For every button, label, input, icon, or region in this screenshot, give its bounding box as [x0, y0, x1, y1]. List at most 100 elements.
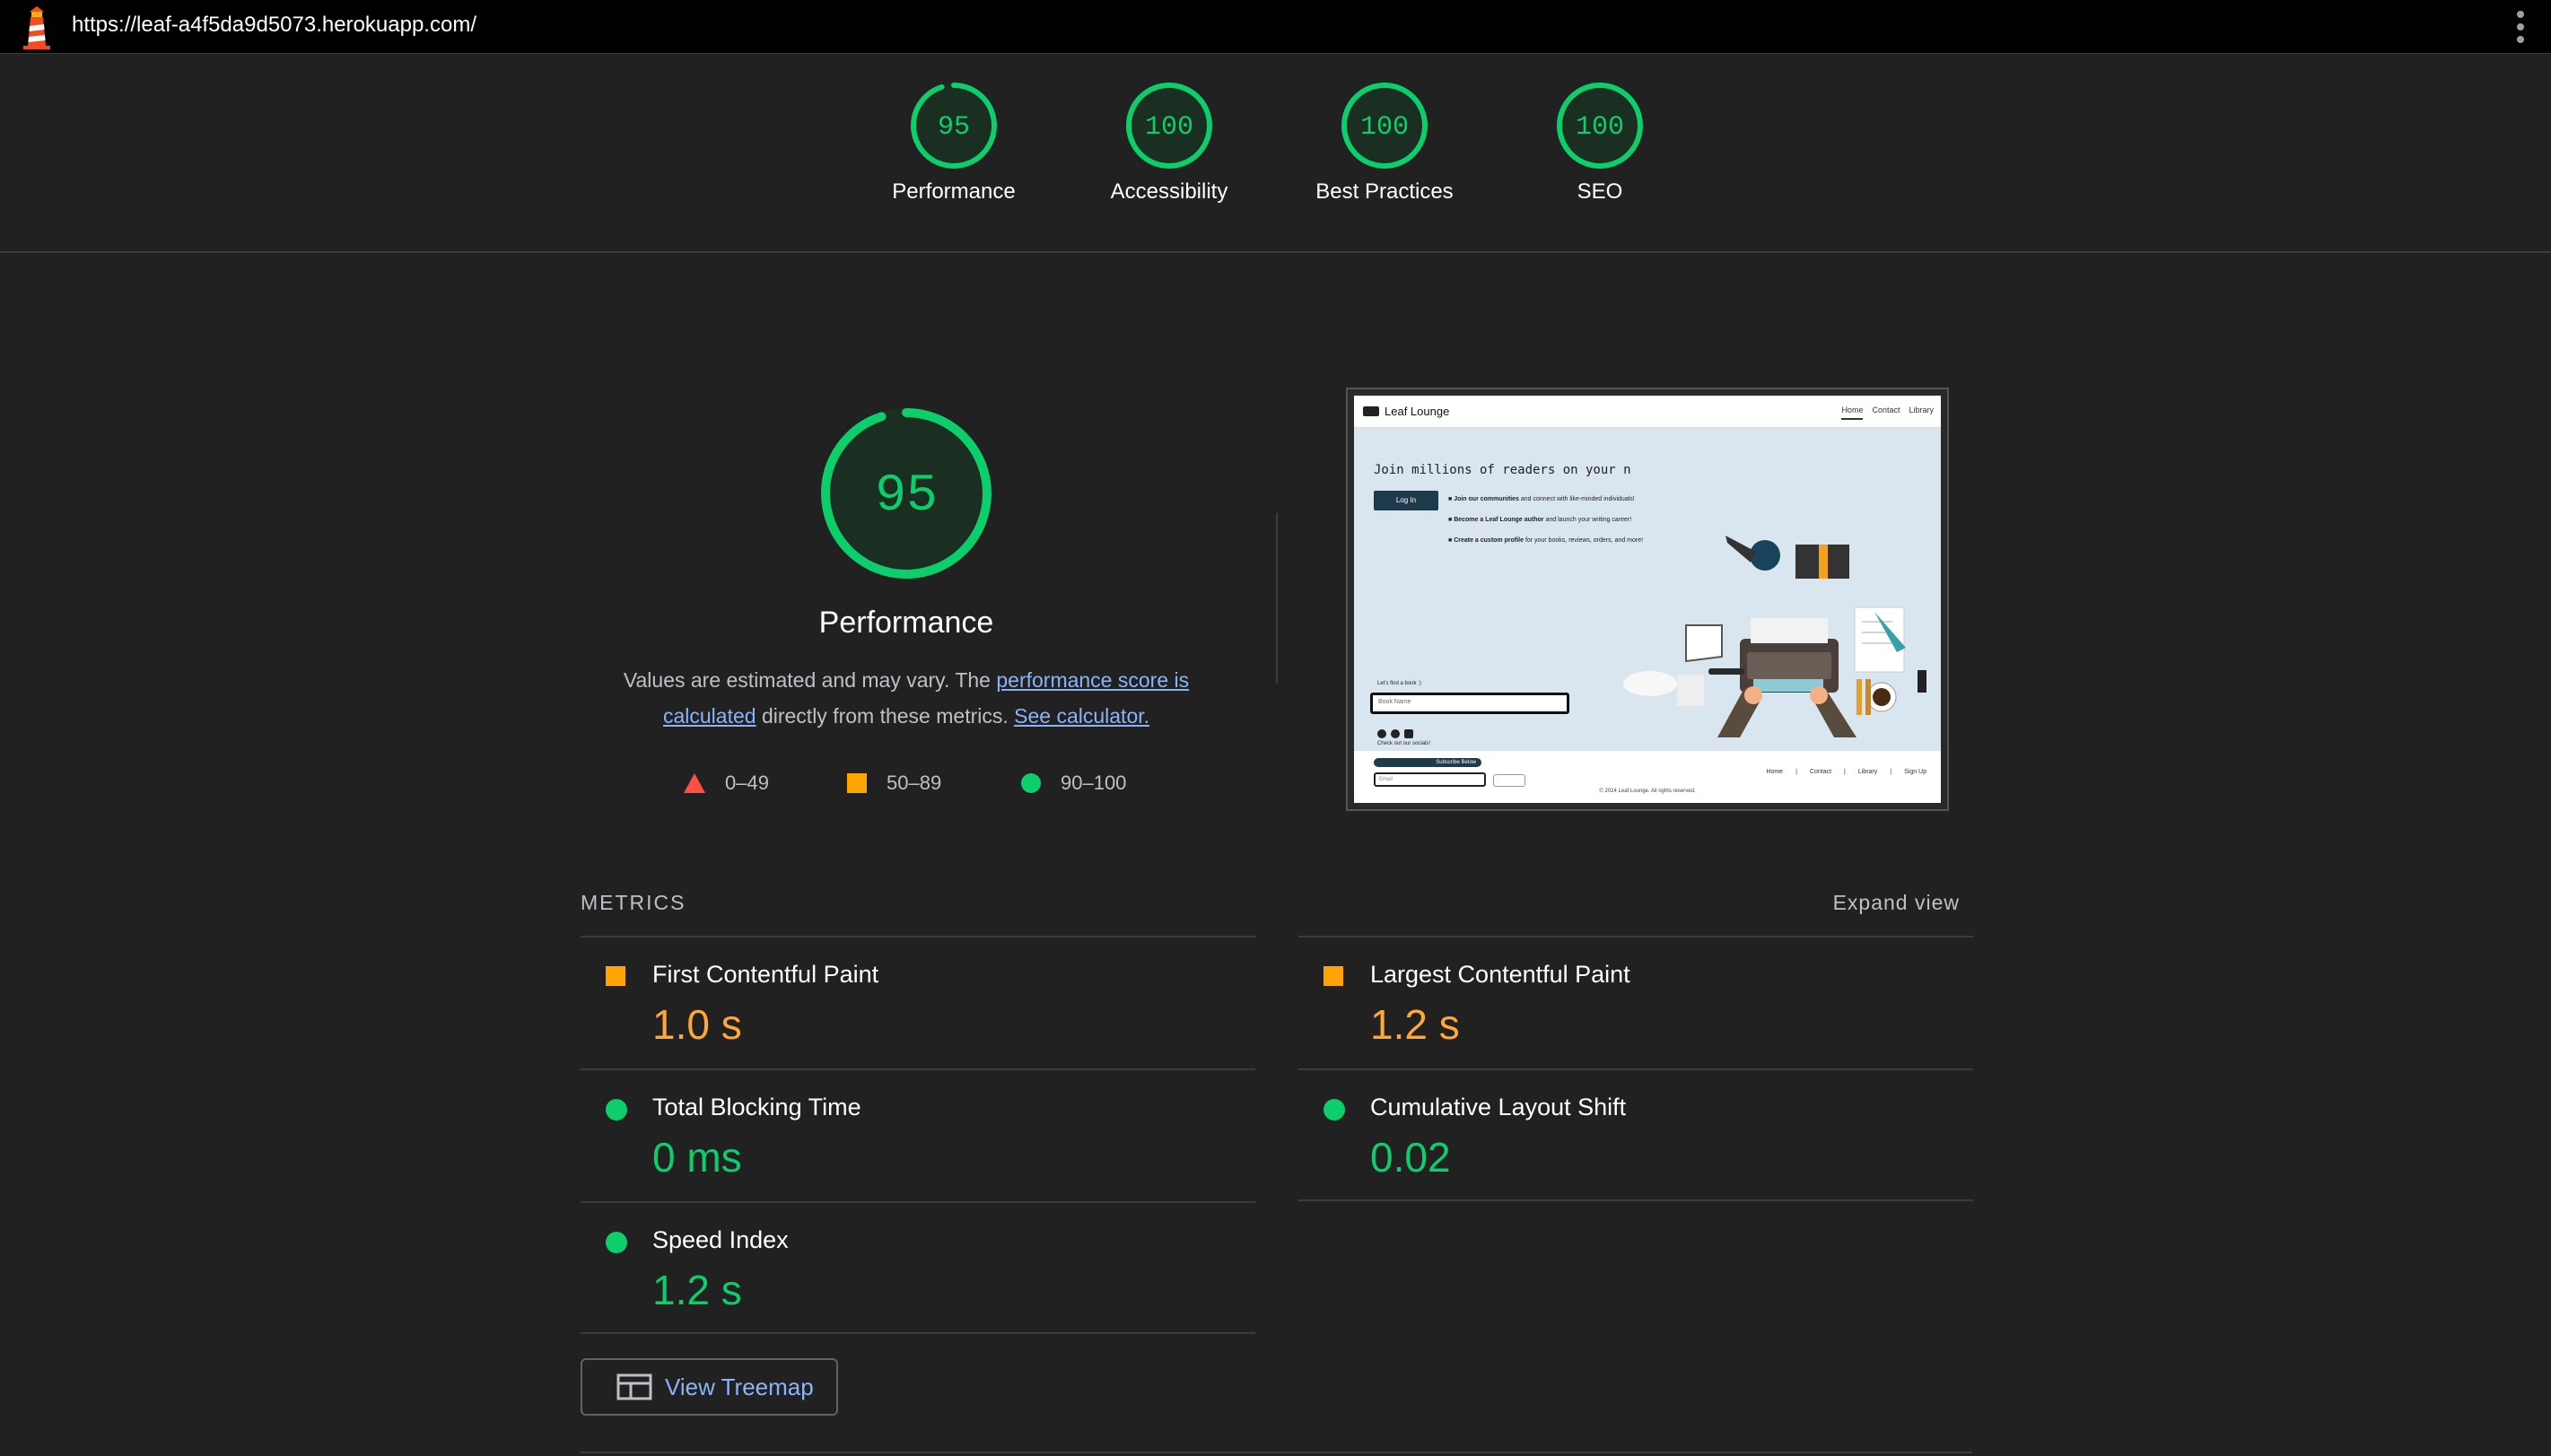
bullet-bold: Create a custom profile	[1454, 537, 1524, 544]
metric-name: Total Blocking Time	[652, 1094, 861, 1120]
circle-icon	[606, 1099, 627, 1120]
site-social-caption: Check out our socials!	[1377, 741, 1431, 746]
footer-link: Contact	[1809, 769, 1832, 775]
site-brand: Leaf Lounge	[1385, 405, 1450, 418]
square-icon	[847, 773, 867, 793]
metric-cumulative-layout-shift: Cumulative Layout Shift 0.02	[1298, 1068, 1973, 1201]
site-hero-text: Join millions of readers on your n	[1374, 463, 1631, 477]
site-footer: Subscribe Below Email Home | Contact | L…	[1354, 751, 1941, 803]
leaf-logo-icon	[1363, 406, 1379, 416]
site-subscribe: Subscribe Below	[1374, 758, 1481, 767]
metric-value: 1.0 s	[652, 1001, 742, 1048]
metric-speed-index: Speed Index 1.2 s	[581, 1201, 1255, 1334]
gauge-performance[interactable]: 95 Performance	[855, 81, 1053, 205]
footer-separator: |	[1844, 769, 1846, 775]
metrics-header: METRICS	[581, 891, 686, 914]
view-treemap-button[interactable]: View Treemap	[581, 1358, 838, 1416]
screenshot-page: Leaf Lounge Home Contact Library Join mi…	[1354, 396, 1941, 803]
gauge-best-practices[interactable]: 100 Best Practices	[1286, 81, 1483, 205]
metric-value: 0.02	[1370, 1134, 1451, 1181]
linkedin-icon	[1404, 729, 1413, 738]
view-treemap-label: View Treemap	[665, 1373, 814, 1400]
footer-link: Library	[1857, 769, 1878, 775]
metric-first-contentful-paint: First Contentful Paint 1.0 s	[581, 936, 1255, 1068]
gauge-seo[interactable]: 100 SEO	[1501, 81, 1699, 205]
facebook-icon	[1377, 729, 1386, 738]
triangle-icon	[684, 773, 705, 793]
site-header: Leaf Lounge Home Contact Library	[1354, 396, 1941, 428]
legend-range: 0–49	[725, 772, 769, 794]
footer-link: Home	[1766, 769, 1784, 775]
see-calculator-link[interactable]: See calculator.	[1014, 704, 1149, 728]
footer-separator: |	[1795, 769, 1797, 775]
site-footer-links: Home | Contact | Library | Sign Up	[1766, 769, 1926, 775]
site-bullet: ■ Join our communities and connect with …	[1448, 496, 1635, 502]
gauge-label: SEO	[1577, 179, 1623, 204]
metric-name: Largest Contentful Paint	[1370, 961, 1630, 988]
divider	[1298, 1199, 1973, 1201]
site-copyright: © 2024 Leaf Lounge. All rights reserved.	[1599, 789, 1696, 794]
kebab-menu-icon[interactable]	[2515, 11, 2526, 43]
footer-link: Sign Up	[1904, 769, 1926, 775]
divider	[581, 1332, 1255, 1334]
gauge-value: 95	[938, 112, 970, 143]
site-hero: Join millions of readers on your n Log I…	[1354, 428, 1941, 751]
site-bullet: ■ Become a Leaf Lounge author and launch…	[1448, 517, 1632, 523]
bullet-bold: Join our communities	[1454, 496, 1519, 502]
code-institute-logo-icon	[1493, 774, 1525, 787]
performance-gauge: 95	[821, 408, 992, 579]
bullet-text: and launch your writing career!	[1543, 517, 1632, 523]
site-nav: Home Contact Library	[1841, 405, 1934, 420]
metric-value: 1.2 s	[1370, 1001, 1460, 1048]
metric-name: Cumulative Layout Shift	[1370, 1094, 1627, 1120]
gauge-ring: 100	[1341, 83, 1428, 169]
typewriter-illustration	[1623, 536, 1926, 737]
performance-score: 95	[875, 467, 938, 526]
expand-view-toggle[interactable]: Expand view	[1813, 891, 1960, 915]
site-login-button: Log In	[1374, 491, 1438, 510]
metric-total-blocking-time: Total Blocking Time 0 ms	[581, 1068, 1255, 1201]
gauge-ring: 95	[911, 83, 997, 169]
metric-value: 0 ms	[652, 1134, 742, 1181]
legend-pass: 90–100	[1021, 770, 1126, 797]
circle-icon	[1021, 773, 1041, 793]
circle-icon	[1324, 1099, 1345, 1120]
gauge-ring: 100	[1557, 83, 1643, 169]
gauge-value: 100	[1360, 112, 1409, 143]
site-nav-contact: Contact	[1872, 405, 1900, 414]
gauge-label: Best Practices	[1315, 179, 1454, 204]
square-icon	[606, 966, 625, 986]
metric-value: 1.2 s	[652, 1267, 742, 1313]
legend-range: 50–89	[887, 772, 942, 794]
desc-text: Values are estimated and may vary. The	[623, 668, 997, 692]
gauge-accessibility[interactable]: 100 Accessibility	[1070, 81, 1268, 205]
metric-largest-contentful-paint: Largest Contentful Paint 1.2 s	[1298, 936, 1973, 1068]
top-bar: https://leaf-a4f5da9d5073.herokuapp.com/	[0, 0, 2551, 54]
site-email-input: Email	[1374, 772, 1486, 787]
footer-separator: |	[1890, 769, 1892, 775]
final-screenshot[interactable]: Leaf Lounge Home Contact Library Join mi…	[1346, 388, 1949, 811]
divider	[1276, 513, 1278, 684]
site-search-placeholder: Book Name	[1378, 699, 1411, 705]
lighthouse-logo-icon	[23, 6, 50, 49]
gauge-label: Performance	[892, 179, 1016, 204]
page-url: https://leaf-a4f5da9d5073.herokuapp.com/	[72, 13, 476, 37]
metric-name: First Contentful Paint	[652, 961, 879, 988]
site-search-input: Book Name	[1370, 693, 1569, 714]
gauge-label: Accessibility	[1110, 179, 1228, 204]
site-nav-library: Library	[1909, 405, 1934, 414]
bullet-text: and connect with like-minded individuals…	[1518, 496, 1635, 502]
performance-title: Performance	[818, 606, 994, 640]
github-icon	[1391, 729, 1400, 738]
bullet-bold: Become a Leaf Lounge author	[1454, 517, 1544, 523]
legend-average: 50–89	[847, 770, 941, 797]
square-icon	[1324, 966, 1343, 986]
legend-range: 90–100	[1061, 772, 1127, 794]
gauge-ring: 100	[1126, 83, 1212, 169]
circle-icon	[606, 1232, 627, 1253]
site-find-label: Let's find a book :)	[1377, 681, 1421, 686]
performance-description: Values are estimated and may vary. The p…	[574, 662, 1238, 734]
divider	[581, 1452, 1972, 1453]
metric-name: Speed Index	[652, 1226, 789, 1253]
treemap-icon	[616, 1373, 652, 1400]
